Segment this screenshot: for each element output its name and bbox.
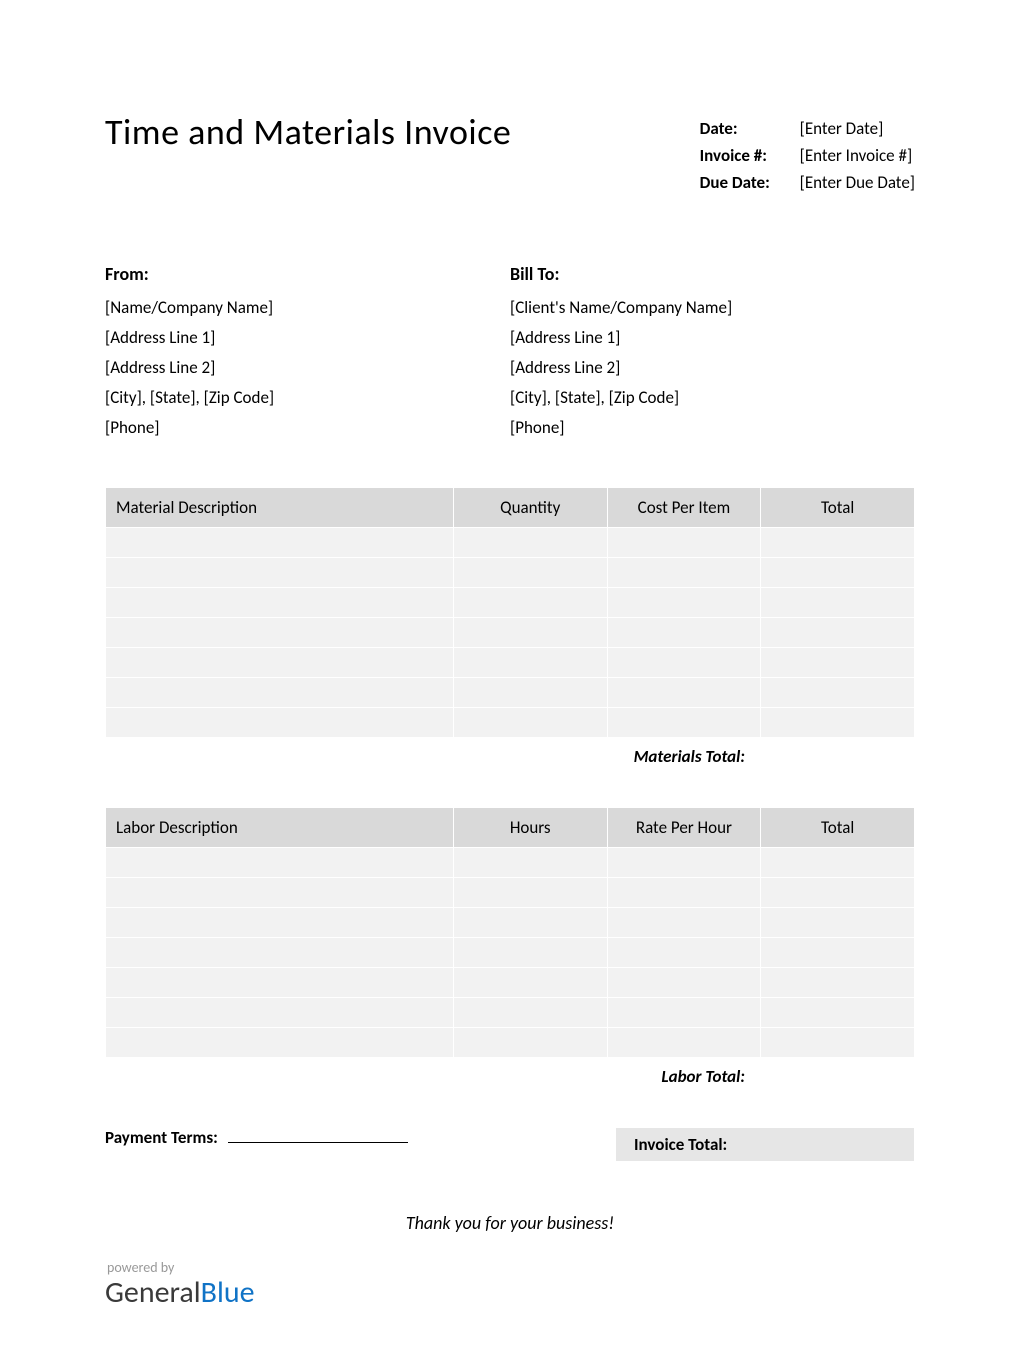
logo-blue: Blue: [201, 1274, 255, 1311]
labor-header-desc: Labor Description: [106, 808, 454, 848]
billto-block: Bill To: [Client's Name/Company Name] [A…: [510, 263, 915, 447]
labor-total-label: Labor Total:: [105, 1066, 915, 1087]
due-date-value[interactable]: [Enter Due Date]: [800, 172, 915, 193]
table-row: [106, 878, 915, 908]
payment-terms: Payment Terms:: [105, 1127, 408, 1148]
labor-table: Labor Description Hours Rate Per Hour To…: [105, 807, 915, 1058]
materials-header-cost: Cost Per Item: [607, 488, 761, 528]
billto-line[interactable]: [Phone]: [510, 417, 915, 438]
billto-line[interactable]: [City], [State], [Zip Code]: [510, 387, 915, 408]
table-row: [106, 588, 915, 618]
table-row: [106, 938, 915, 968]
bottom-row: Payment Terms: Invoice Total:: [105, 1127, 915, 1162]
meta-block: Date: [Enter Date] Invoice #: [Enter Inv…: [700, 118, 915, 193]
from-line[interactable]: [Phone]: [105, 417, 510, 438]
labor-header-hours: Hours: [453, 808, 607, 848]
labor-header-rate: Rate Per Hour: [607, 808, 761, 848]
table-row: [106, 528, 915, 558]
payment-terms-label: Payment Terms:: [105, 1127, 218, 1148]
table-row: [106, 908, 915, 938]
invoice-number-label: Invoice #:: [700, 145, 800, 166]
from-line[interactable]: [Address Line 1]: [105, 327, 510, 348]
materials-header-desc: Material Description: [106, 488, 454, 528]
billto-line[interactable]: [Address Line 2]: [510, 357, 915, 378]
due-date-label: Due Date:: [700, 172, 800, 193]
billto-line[interactable]: [Address Line 1]: [510, 327, 915, 348]
materials-header-qty: Quantity: [453, 488, 607, 528]
labor-header-total: Total: [761, 808, 915, 848]
invoice-number-value[interactable]: [Enter Invoice #]: [800, 145, 913, 166]
table-row: [106, 558, 915, 588]
table-row: [106, 1028, 915, 1058]
logo-general: General: [105, 1274, 201, 1311]
date-label: Date:: [700, 118, 800, 139]
table-row: [106, 678, 915, 708]
from-line[interactable]: [Name/Company Name]: [105, 297, 510, 318]
billto-heading: Bill To:: [510, 263, 915, 285]
materials-header-total: Total: [761, 488, 915, 528]
materials-table: Material Description Quantity Cost Per I…: [105, 487, 915, 738]
from-heading: From:: [105, 263, 510, 285]
date-value[interactable]: [Enter Date]: [800, 118, 884, 139]
invoice-total-label: Invoice Total:: [615, 1127, 915, 1162]
thank-you-text: Thank you for your business!: [105, 1212, 915, 1234]
logo-block: powered by GeneralBlue: [105, 1259, 915, 1311]
from-line[interactable]: [City], [State], [Zip Code]: [105, 387, 510, 408]
generalblue-logo: GeneralBlue: [105, 1274, 915, 1311]
table-row: [106, 998, 915, 1028]
table-row: [106, 848, 915, 878]
table-row: [106, 708, 915, 738]
from-line[interactable]: [Address Line 2]: [105, 357, 510, 378]
header-row: Time and Materials Invoice Date: [Enter …: [105, 110, 915, 193]
materials-total-label: Materials Total:: [105, 746, 915, 767]
table-row: [106, 968, 915, 998]
address-row: From: [Name/Company Name] [Address Line …: [105, 263, 915, 447]
page-title: Time and Materials Invoice: [105, 110, 511, 154]
from-block: From: [Name/Company Name] [Address Line …: [105, 263, 510, 447]
table-row: [106, 618, 915, 648]
payment-terms-input[interactable]: [228, 1127, 408, 1143]
billto-line[interactable]: [Client's Name/Company Name]: [510, 297, 915, 318]
table-row: [106, 648, 915, 678]
